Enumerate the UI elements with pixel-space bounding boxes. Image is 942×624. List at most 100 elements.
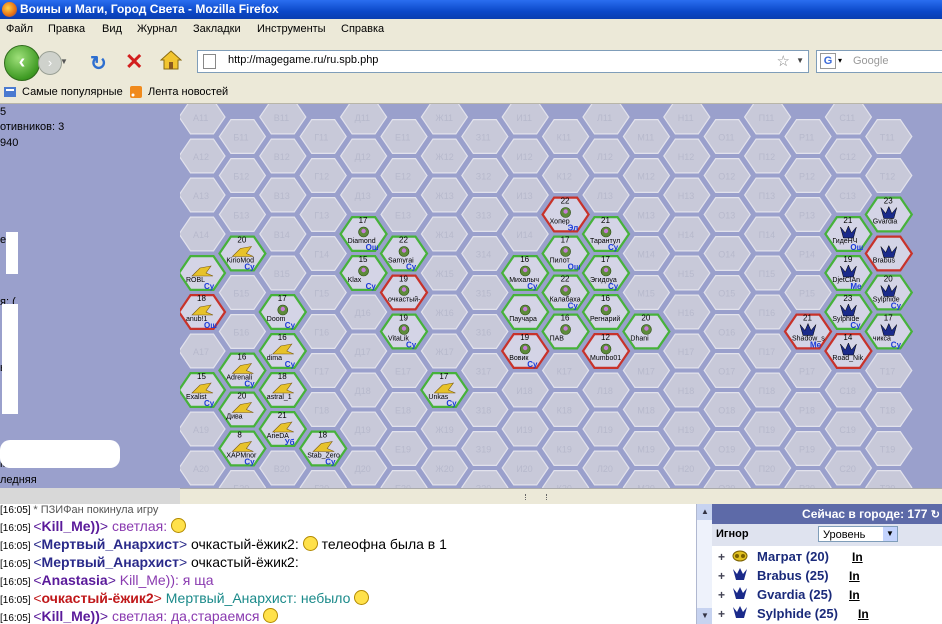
chat-nick[interactable]: Anastasia [42,572,108,588]
search-box[interactable]: G ▾ Google [816,50,942,73]
bookmark-star-icon[interactable]: ☆ [777,52,790,70]
unit-token[interactable]: 23 Gvardia [864,196,914,233]
chat-nick[interactable]: Kill_Me)) [42,518,100,534]
chat-log[interactable]: [16:05] * ПЗИФан покинула игру [16:05] <K… [0,504,696,624]
scroll-up-icon[interactable]: ▲ [697,504,713,520]
unit-token[interactable]: 20SylphideСу [864,275,914,311]
hex-coordinate-label: К18 [557,406,572,416]
unit-token[interactable]: 21ArieDAУб [258,411,308,447]
unit-token[interactable]: 20KirioModСу [218,236,267,272]
hex-grid[interactable]: А11А12А13А14А15А16А17А18А19А20Б11Б12Б13Б… [180,104,942,488]
google-icon[interactable]: G [820,53,836,69]
sort-select[interactable]: Уровень ▼ [818,526,898,542]
refresh-icon[interactable]: ↻ [931,509,942,521]
url-dropdown-icon[interactable]: ▼ [796,56,804,65]
history-dropdown-icon[interactable]: ▼ [60,57,68,66]
unit-token[interactable]: 19 очкастый- [379,275,429,311]
expand-icon[interactable]: + [718,607,725,621]
unit-token[interactable]: 16AdrenaliСу [218,353,267,389]
unit-token[interactable]: 12 Mumbo01 [581,333,631,369]
player-info-link[interactable]: In [852,550,863,564]
unit-token[interactable]: Brabus [864,235,914,272]
menu-tools[interactable]: Инструменты [257,23,326,35]
unit-token[interactable]: 17DiamondОш [339,215,388,252]
unit-token[interactable]: 15ExalistСу [180,372,227,408]
unit-token[interactable]: 21ГидеНЧОш [824,215,873,252]
unit-token[interactable]: 20 Дива [218,392,267,428]
mage-orb-icon [523,267,528,273]
forward-button[interactable]: › [38,51,62,75]
unit-token[interactable]: Паучара [500,294,550,330]
unit-token[interactable]: 16МихалычСу [500,255,550,291]
player-row[interactable]: + Маграт (20) In [712,548,942,567]
player-row[interactable]: + Sylphide (25) In [712,605,942,624]
unit-token[interactable]: 15 Klax Су [339,255,388,291]
mage-orb-icon [361,267,366,273]
stop-icon[interactable]: ✕ [125,49,143,75]
unit-token[interactable]: 22КалабахаСу [541,275,590,311]
chat-text: очкастый-ёжик2: [187,554,299,570]
expand-icon[interactable]: + [718,588,725,602]
bookmark-news-feed[interactable]: Лента новостей [148,86,228,98]
unit-token[interactable]: 19ВовикСу [500,333,550,369]
unit-token[interactable]: 19VitaLikСу [379,314,429,350]
unit-token[interactable]: 18 astral_1 [258,372,308,408]
unit-token[interactable]: 16 ПАВ [541,314,590,350]
map-horizontal-scrollbar[interactable] [180,488,942,505]
unit-token[interactable]: 16 Регнарий [581,294,631,330]
chat-scrollbar[interactable]: ▲ ▼ [696,504,713,624]
unit-token[interactable]: 20 Dhani [622,314,671,350]
unit-token[interactable]: 17UnkasСу [420,372,469,408]
unit-token[interactable]: 17 чиксаСу [864,314,914,350]
chevron-down-icon[interactable]: ▼ [883,527,897,541]
back-button[interactable]: ‹ [4,45,40,81]
chat-nick[interactable]: Мертвый_Анархист [42,536,179,552]
chat-nick[interactable]: Kill_Me)) [42,608,100,624]
unit-class: Су [527,282,538,291]
address-bar[interactable]: http://magegame.ru/ru.spb.php ☆ ▼ [197,50,809,73]
menu-help[interactable]: Справка [341,23,384,35]
unit-token[interactable]: 16 dimaСу [258,333,308,369]
unit-token[interactable]: 19DjetClAnМе [824,255,873,291]
search-engine-dropdown-icon[interactable]: ▾ [838,56,842,65]
home-icon[interactable] [160,50,182,70]
scroll-down-icon[interactable]: ▼ [697,608,713,624]
menu-history[interactable]: Журнал [137,23,177,35]
unit-token[interactable]: 22SamyraiСу [379,236,429,272]
chat-text: Kill_Me)): я ща [115,572,214,588]
expand-icon[interactable]: + [718,550,725,564]
unit-token[interactable]: 17 DoomСу [258,294,308,330]
unit-token[interactable]: 23SylphideСу [824,294,873,330]
player-name[interactable]: Brabus (25) [757,568,829,583]
player-name[interactable]: Маграт (20) [757,549,829,564]
expand-icon[interactable]: + [718,569,725,583]
player-row[interactable]: + Gvardia (25) In [712,586,942,605]
chat-nick[interactable]: Мертвый_Анархист [42,554,179,570]
menu-view[interactable]: Вид [102,23,122,35]
scrollbar-thumb[interactable] [525,494,547,500]
unit-token[interactable]: 18anub!1Ош [180,294,227,330]
menu-edit[interactable]: Правка [48,23,85,35]
player-row[interactable]: + Brabus (25) In [712,567,942,586]
player-info-link[interactable]: In [858,607,869,621]
menu-bookmarks[interactable]: Закладки [193,23,241,35]
unit-token[interactable]: 22ХоперЭл [541,196,590,233]
player-info-link[interactable]: In [849,588,860,602]
unit-token[interactable]: 17ЭгидоуаСу [581,255,631,291]
unit-token[interactable]: 21Shadow_sМе [783,314,833,350]
unit-token[interactable]: 17ПилотОш [541,236,590,272]
bookmark-most-visited[interactable]: Самые популярные [22,86,123,98]
player-name[interactable]: Sylphide (25) [757,606,838,621]
player-name[interactable]: Gvardia (25) [757,587,832,602]
unit-token[interactable]: 8XAPMnorСу [218,431,267,467]
unit-token[interactable]: ROBLСу [180,255,227,291]
menu-file[interactable]: Файл [6,23,33,35]
player-info-link[interactable]: In [849,569,860,583]
unit-token[interactable]: 14 Road_Nik [824,333,873,369]
battle-map[interactable]: А11А12А13А14А15А16А17А18А19А20Б11Б12Б13Б… [180,104,942,488]
chat-bracket: > [99,518,109,534]
reload-icon[interactable]: ↻ [90,51,107,76]
chat-nick[interactable]: очкастый-ёжик2 [42,590,154,606]
unit-token[interactable]: 18Stab_ZeroСу [298,431,348,467]
unit-token[interactable]: 21ТарантулСу [581,215,631,252]
